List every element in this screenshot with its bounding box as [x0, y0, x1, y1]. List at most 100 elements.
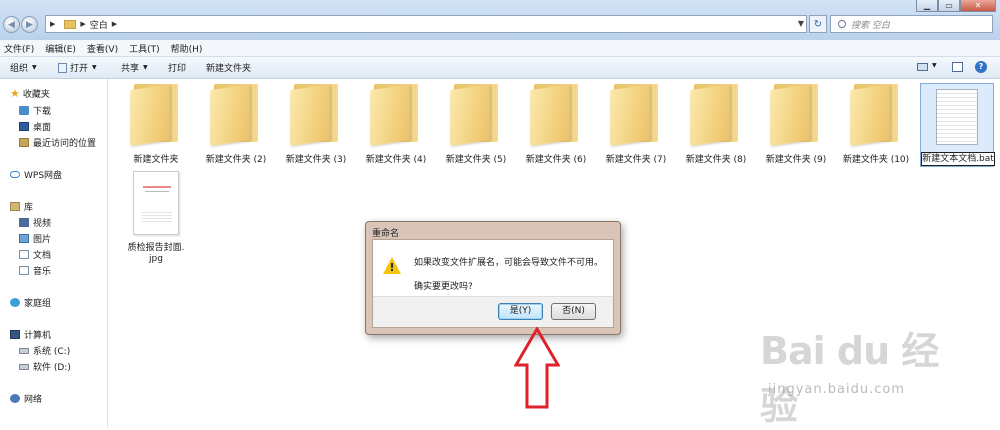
nav-wps-cloud[interactable]: WPS网盘: [10, 168, 62, 181]
nav-homegroup[interactable]: 家庭组: [10, 296, 51, 309]
nav-label: 下载: [33, 107, 52, 117]
nav-item-music[interactable]: 音乐: [19, 264, 51, 277]
red-arrow-annotation-icon: [514, 327, 560, 409]
yes-button[interactable]: 是(Y): [498, 303, 543, 320]
command-bar: 组织 ▼ 打开 ▼ 共享 ▼ 打印 新建文件夹 ▼ ?: [0, 57, 1000, 79]
folder-item[interactable]: 新建文件夹 (3): [277, 79, 355, 165]
forward-arrow-icon: ▶: [26, 19, 33, 30]
nav-item-recent[interactable]: 最近访问的位置: [19, 136, 96, 149]
folder-icon: [290, 82, 342, 146]
nav-computer[interactable]: 计算机: [10, 328, 51, 341]
new-folder-button[interactable]: 新建文件夹: [206, 61, 251, 74]
share-button[interactable]: 共享 ▼: [121, 61, 148, 74]
back-arrow-icon: ◀: [8, 19, 15, 30]
folder-item[interactable]: 新建文件夹 (5): [437, 79, 515, 165]
chevron-down-icon[interactable]: ▼: [798, 19, 804, 28]
folder-icon: [450, 82, 502, 146]
menu-tools[interactable]: 工具(T): [129, 42, 160, 55]
nav-label: 图片: [33, 235, 52, 245]
chevron-down-icon: ▼: [92, 64, 97, 71]
menu-file[interactable]: 文件(F): [4, 42, 34, 55]
folder-item[interactable]: 新建文件夹 (6): [517, 79, 595, 165]
file-name: 新建文件夹 (8): [685, 155, 747, 165]
open-icon: [58, 62, 67, 73]
nav-item-drive-c[interactable]: 系统 (C:): [19, 344, 70, 357]
folder-item[interactable]: 新建文件夹: [117, 79, 195, 165]
print-button[interactable]: 打印: [168, 61, 186, 74]
rename-input[interactable]: 新建文本文档.bat: [921, 152, 995, 166]
refresh-icon: ↻: [813, 18, 823, 30]
nav-library[interactable]: 库: [10, 200, 33, 213]
music-icon: [19, 266, 29, 275]
help-icon[interactable]: ?: [975, 61, 987, 73]
folder-item[interactable]: 新建文件夹 (2): [197, 79, 275, 165]
document-icon: [19, 250, 29, 259]
nav-label: 系统 (C:): [33, 347, 71, 357]
maximize-icon: ▭: [945, 1, 953, 10]
menu-bar: 文件(F) 编辑(E) 查看(V) 工具(T) 帮助(H): [0, 40, 1000, 57]
image-file-item[interactable]: 质检报告封面. jpg: [117, 161, 195, 264]
folder-icon: [610, 82, 662, 146]
menu-edit[interactable]: 编辑(E): [45, 42, 76, 55]
nav-favorites[interactable]: ★ 收藏夹: [10, 87, 50, 100]
nav-item-drive-d[interactable]: 软件 (D:): [19, 360, 71, 373]
minimize-icon: ▁: [923, 1, 931, 10]
chevron-right-icon: ▶: [50, 20, 56, 28]
folder-item[interactable]: 新建文件夹 (10): [837, 79, 915, 165]
folder-icon: [690, 82, 742, 146]
close-button[interactable]: ✕: [960, 0, 996, 12]
menu-view[interactable]: 查看(V): [87, 42, 118, 55]
chevron-down-icon: ▼: [143, 64, 148, 71]
star-icon: ★: [10, 87, 20, 100]
nav-label: 桌面: [33, 123, 52, 133]
folder-icon: [850, 82, 902, 146]
watermark-url: jingyan.baidu.com: [768, 382, 905, 397]
nav-label: 网络: [24, 395, 43, 405]
chevron-down-icon[interactable]: ▼: [932, 62, 937, 69]
nav-item-documents[interactable]: 文档: [19, 248, 51, 261]
view-icon[interactable]: [917, 63, 928, 71]
close-icon: ✕: [974, 1, 982, 10]
share-label: 共享: [121, 64, 140, 74]
nav-item-videos[interactable]: 视频: [19, 216, 51, 229]
print-label: 打印: [168, 64, 187, 74]
back-button[interactable]: ◀: [3, 16, 20, 33]
drive-icon: [19, 363, 29, 370]
drive-icon: [19, 347, 29, 354]
breadcrumb-current[interactable]: 空白: [90, 18, 108, 31]
video-icon: [19, 218, 29, 227]
file-name: 新建文件夹 (3): [285, 155, 347, 165]
folder-icon: [210, 82, 262, 146]
folder-item[interactable]: 新建文件夹 (4): [357, 79, 435, 165]
folder-item[interactable]: 新建文件夹 (7): [597, 79, 675, 165]
file-name: 新建文件夹 (5): [445, 155, 507, 165]
new-folder-label: 新建文件夹: [206, 64, 252, 74]
nav-network[interactable]: 网络: [10, 392, 42, 405]
folder-icon: [370, 82, 422, 146]
file-name: 新建文件夹 (7): [605, 155, 667, 165]
maximize-button[interactable]: ▭: [938, 0, 960, 12]
file-name: 质检报告封面.: [127, 243, 185, 253]
open-button[interactable]: 打开 ▼: [58, 61, 97, 74]
folder-item[interactable]: 新建文件夹 (8): [677, 79, 755, 165]
forward-button[interactable]: ▶: [21, 16, 38, 33]
organize-button[interactable]: 组织 ▼: [10, 61, 37, 74]
refresh-button[interactable]: ↻: [809, 15, 827, 33]
nav-item-downloads[interactable]: 下载: [19, 104, 51, 117]
no-button[interactable]: 否(N): [551, 303, 596, 320]
search-input[interactable]: 搜索 空白: [830, 15, 993, 33]
nav-item-desktop[interactable]: 桌面: [19, 120, 51, 133]
nav-label: 音乐: [33, 267, 52, 277]
preview-pane-icon[interactable]: [952, 62, 963, 72]
chevron-right-icon[interactable]: ▶: [112, 20, 117, 28]
selected-file-item[interactable]: 新建文本文档.bat: [920, 83, 995, 167]
minimize-button[interactable]: ▁: [916, 0, 938, 12]
dialog-title: 重命名: [372, 229, 400, 239]
title-bar: ◀ ▶ ▶ ▶ 空白 ▶ ▼ ↻ 搜索 空白 ▁ ▭ ✕: [0, 0, 1000, 40]
menu-help[interactable]: 帮助(H): [171, 42, 203, 55]
nav-item-pictures[interactable]: 图片: [19, 232, 51, 245]
folder-item[interactable]: 新建文件夹 (9): [757, 79, 835, 165]
nav-label: 库: [24, 203, 34, 213]
file-name: 新建文件夹 (2): [205, 155, 267, 165]
address-bar[interactable]: ▶ ▶ 空白 ▶ ▼: [45, 15, 807, 33]
